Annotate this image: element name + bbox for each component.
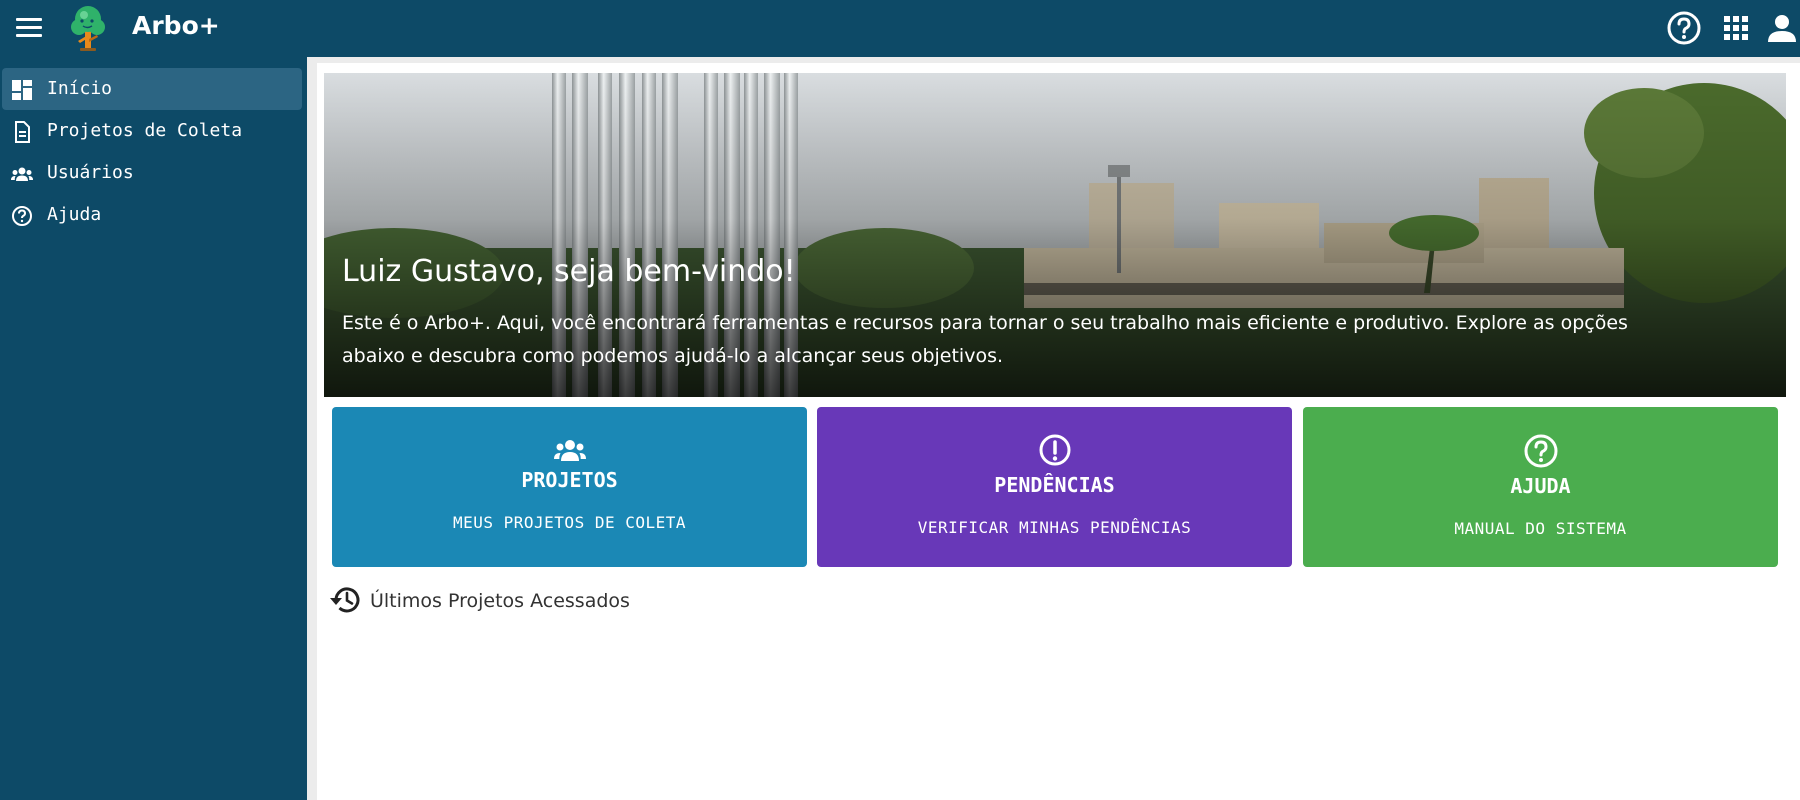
sidebar-item-label: Início (47, 78, 113, 99)
alert-circle-icon (1039, 434, 1070, 466)
sidebar: Início Projetos de Coleta Usuários Ajuda (0, 57, 307, 800)
help-circle-icon (12, 206, 32, 226)
history-icon (330, 587, 360, 613)
apps-grid-icon[interactable] (1718, 10, 1754, 46)
sidebar-item-usuarios[interactable]: Usuários (2, 152, 302, 194)
welcome-banner: Luiz Gustavo, seja bem-vindo! Este é o A… (324, 73, 1786, 397)
welcome-text: Este é o Arbo+. Aqui, você encontrará fe… (342, 312, 1628, 367)
document-icon (15, 121, 30, 143)
welcome-title: Luiz Gustavo, seja bem-vindo! (342, 254, 796, 289)
card-subtitle: MEUS PROJETOS DE COLETA (452, 513, 687, 532)
tree-logo-icon (71, 6, 105, 51)
users-icon (11, 167, 33, 181)
help-circle-icon (1524, 434, 1557, 468)
sidebar-item-projetos[interactable]: Projetos de Coleta (2, 110, 302, 152)
card-title: PENDÊNCIAS (994, 473, 1115, 497)
ajuda-card[interactable]: AJUDA MANUAL DO SISTEMA (1303, 407, 1778, 567)
sidebar-item-label: Projetos de Coleta (47, 120, 243, 141)
sidebar-item-ajuda[interactable]: Ajuda (2, 194, 302, 236)
menu-icon[interactable] (14, 14, 44, 42)
card-subtitle: MANUAL DO SISTEMA (1454, 519, 1627, 538)
users-icon (553, 440, 586, 461)
sidebar-item-inicio[interactable]: Início (2, 68, 302, 110)
recent-projects-label: Últimos Projetos Acessados (370, 590, 630, 612)
pendencias-card[interactable]: PENDÊNCIAS VERIFICAR MINHAS PENDÊNCIAS (817, 407, 1292, 567)
sidebar-item-label: Ajuda (47, 204, 102, 225)
help-circle-icon[interactable] (1666, 10, 1702, 46)
dashboard-icon (12, 80, 32, 100)
card-title: AJUDA (1510, 474, 1571, 498)
sidebar-item-label: Usuários (47, 162, 134, 183)
account-icon[interactable] (1764, 10, 1800, 46)
projetos-card[interactable]: PROJETOS MEUS PROJETOS DE COLETA (332, 407, 807, 567)
top-bar: Arbo+ (0, 0, 1800, 57)
app-title: Arbo+ (132, 11, 220, 40)
card-subtitle: VERIFICAR MINHAS PENDÊNCIAS (917, 518, 1192, 537)
card-title: PROJETOS (521, 468, 618, 492)
